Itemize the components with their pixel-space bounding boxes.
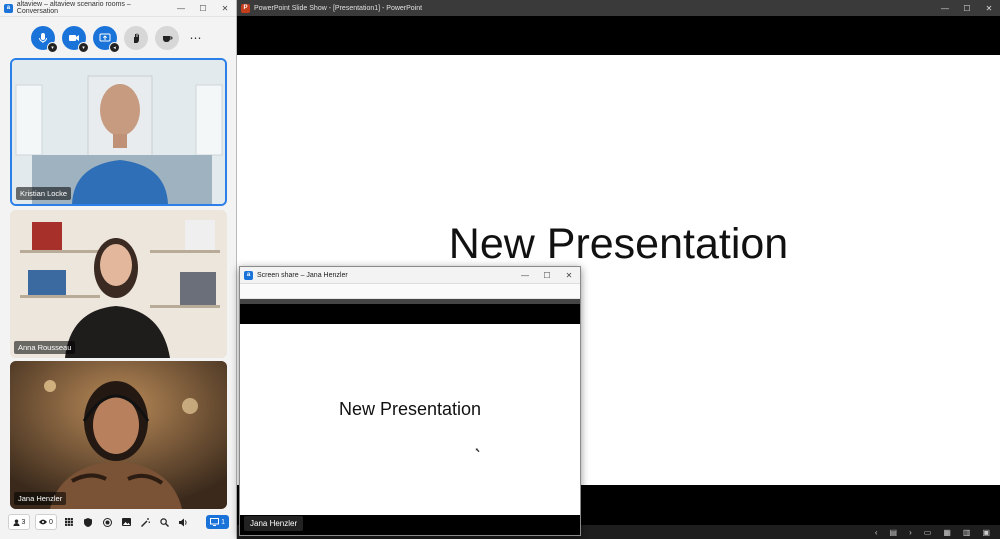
- conversation-window: a altaview – altaview scenario rooms – C…: [0, 0, 237, 539]
- screenshare-window: a Screen share – Jana Henzler — ☐ ✕ New …: [239, 266, 581, 536]
- slide-title: New Presentation: [448, 220, 789, 268]
- camera-button[interactable]: ▾: [62, 26, 89, 53]
- share-count: 1: [221, 518, 225, 526]
- minimize-icon[interactable]: —: [934, 0, 956, 16]
- chevron-down-icon[interactable]: ▾: [78, 42, 89, 53]
- powerpoint-icon: P: [241, 3, 250, 13]
- speaker-icon: [178, 518, 187, 526]
- participant-tile-kristian[interactable]: Kristian Locke: [10, 58, 227, 206]
- eye-icon: [39, 519, 48, 525]
- speaker-icon[interactable]: ◂: [109, 42, 120, 53]
- coffee-break-icon: [163, 36, 173, 42]
- volume-button[interactable]: [176, 515, 190, 529]
- participant-video: [10, 361, 227, 509]
- shared-letterbox-top: [240, 304, 580, 324]
- person-icon: [12, 518, 20, 526]
- chevron-down-icon[interactable]: ▾: [47, 42, 58, 53]
- call-toolbar: ▾ ▾ ◂ ⋯: [0, 24, 237, 53]
- video-camera-icon: [69, 35, 79, 41]
- maximize-icon[interactable]: ☐: [192, 0, 214, 16]
- conversation-title: altaview – altaview scenario rooms – Con…: [16, 1, 131, 15]
- magic-wand-icon: [140, 517, 150, 527]
- participants-count-button[interactable]: 3: [8, 514, 30, 530]
- participant-tile-anna[interactable]: Anna Rousseau: [10, 210, 227, 358]
- close-icon[interactable]: ✕: [214, 0, 236, 16]
- record-icon: [102, 517, 112, 527]
- slide-sorter-icon[interactable]: ▦: [943, 528, 951, 537]
- coffee-break-button[interactable]: [155, 26, 179, 50]
- grid-view-button[interactable]: [62, 515, 76, 529]
- participant-video: [10, 210, 227, 358]
- close-icon[interactable]: ✕: [978, 0, 1000, 16]
- security-button[interactable]: [81, 515, 95, 529]
- viewers-count-button[interactable]: 0: [35, 514, 57, 530]
- previous-slide-icon[interactable]: ‹: [875, 528, 878, 537]
- minimize-icon[interactable]: —: [514, 267, 536, 283]
- participant-video: [12, 60, 225, 204]
- participant-name: Jana Henzler: [14, 492, 67, 505]
- conversation-bottombar: 3 0 1: [0, 513, 237, 531]
- slideshow-view-icon[interactable]: ▣: [982, 528, 990, 537]
- participant-tile-jana[interactable]: Jana Henzler: [10, 361, 227, 509]
- shared-slide: New Presentation ⬉: [240, 324, 580, 517]
- maximize-icon[interactable]: ☐: [536, 267, 558, 283]
- screen-share-icon: [99, 33, 111, 42]
- screenshare-title: Screen share – Jana Henzler: [257, 271, 348, 279]
- participants-count: 3: [21, 518, 26, 526]
- presenter-label: Jana Henzler: [244, 516, 304, 531]
- screenshare-titlebar: a Screen share – Jana Henzler — ☐ ✕: [240, 267, 580, 284]
- raise-hand-icon: [134, 33, 139, 43]
- more-options-button[interactable]: ⋯: [186, 31, 206, 45]
- next-slide-icon[interactable]: ›: [909, 528, 912, 537]
- app-icon: a: [244, 270, 253, 280]
- powerpoint-title: PowerPoint Slide Show - [Presentation1] …: [254, 4, 423, 12]
- shield-icon: [84, 517, 92, 527]
- powerpoint-titlebar: P PowerPoint Slide Show - [Presentation1…: [237, 0, 1000, 16]
- monitor-icon: [210, 518, 220, 526]
- reading-view-icon[interactable]: ▥: [963, 528, 971, 537]
- minimize-icon[interactable]: —: [170, 0, 192, 16]
- effects-button[interactable]: [138, 515, 152, 529]
- screen-share-button[interactable]: ◂: [93, 26, 120, 53]
- screen-share-count-button[interactable]: 1: [206, 515, 229, 529]
- close-icon[interactable]: ✕: [558, 267, 580, 283]
- participant-name: Kristian Locke: [16, 187, 72, 200]
- zoom-button[interactable]: [157, 515, 171, 529]
- maximize-icon[interactable]: ☐: [956, 0, 978, 16]
- record-button[interactable]: [100, 515, 114, 529]
- search-icon: [159, 517, 169, 527]
- normal-view-icon[interactable]: ▭: [924, 528, 932, 537]
- microphone-button[interactable]: ▾: [31, 26, 58, 53]
- raise-hand-button[interactable]: [124, 26, 148, 50]
- slide-menu-icon[interactable]: ▤: [890, 528, 898, 537]
- screenshare-toolbar: [240, 284, 580, 299]
- mouse-cursor-icon: ⬉: [475, 448, 481, 454]
- image-button[interactable]: [119, 515, 133, 529]
- shared-slide-title: New Presentation: [338, 399, 482, 419]
- grid-icon: [65, 518, 73, 526]
- microphone-icon: [39, 33, 47, 43]
- participant-name: Anna Rousseau: [14, 341, 76, 354]
- image-icon: [121, 518, 131, 526]
- app-icon: a: [4, 3, 13, 13]
- conversation-titlebar: a altaview – altaview scenario rooms – C…: [0, 0, 236, 17]
- viewers-count: 0: [49, 518, 53, 526]
